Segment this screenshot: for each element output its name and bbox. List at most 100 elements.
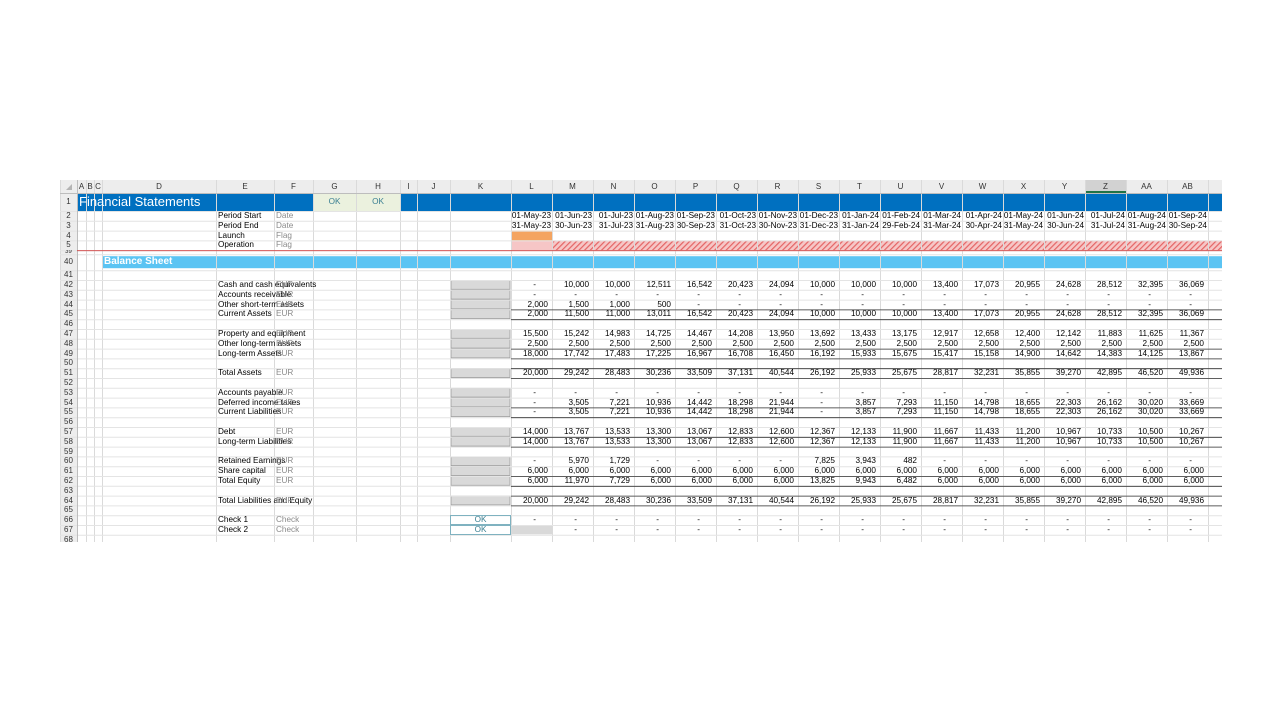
value-cell[interactable]: 10,936 [634, 398, 671, 408]
value-cell[interactable]: - [716, 456, 741, 466]
value-cell[interactable]: 18,298 [716, 407, 753, 417]
value-cell[interactable]: 46,520 [1126, 496, 1163, 506]
value-cell[interactable]: - [962, 300, 987, 310]
row-header-44[interactable]: 44 [60, 300, 77, 310]
value-cell[interactable]: 14,000 [511, 437, 548, 447]
value-cell[interactable]: 7,221 [593, 407, 631, 417]
value-cell[interactable]: 36,069 [1167, 309, 1204, 319]
value-cell[interactable]: 25,675 [880, 496, 917, 506]
value-cell[interactable]: - [593, 525, 618, 535]
value-cell[interactable]: 11,900 [880, 437, 917, 447]
column-header-m[interactable]: M [552, 180, 593, 193]
value-cell[interactable]: 11,433 [962, 427, 999, 437]
value-cell[interactable]: - [921, 525, 946, 535]
value-cell[interactable]: 42,895 [1085, 368, 1122, 378]
value-cell[interactable]: 6,000 [593, 466, 631, 476]
value-cell[interactable]: 10,000 [798, 280, 835, 290]
value-cell[interactable]: 6,000 [1085, 476, 1123, 486]
value-cell[interactable]: 12,400 [1003, 329, 1040, 339]
value-cell[interactable]: 12,511 [634, 280, 671, 290]
value-cell[interactable]: 24,094 [757, 309, 794, 319]
value-cell[interactable]: 29,242 [552, 368, 589, 378]
value-cell[interactable]: 26,162 [1085, 407, 1122, 417]
value-cell[interactable]: - [1167, 525, 1192, 535]
value-cell[interactable]: 11,667 [921, 427, 958, 437]
value-cell[interactable]: 11,970 [552, 476, 589, 486]
value-cell[interactable]: - [552, 515, 577, 525]
column-header-w[interactable]: W [962, 180, 1003, 193]
date-cell[interactable]: 31-Jul-23 [593, 221, 633, 231]
column-header-z[interactable]: Z [1085, 180, 1126, 193]
value-cell[interactable]: 28,817 [921, 496, 958, 506]
value-cell[interactable]: 49,936 [1167, 496, 1204, 506]
value-cell[interactable]: 16,450 [757, 349, 794, 359]
value-cell[interactable]: 13,825 [798, 476, 835, 486]
row-header-51[interactable]: 51 [60, 368, 77, 378]
value-cell[interactable]: - [798, 515, 823, 525]
column-header-f[interactable]: F [274, 180, 313, 193]
date-cell[interactable]: 31-Aug-23 [634, 221, 674, 231]
value-cell[interactable]: 13,175 [880, 329, 917, 339]
row-header-3[interactable]: 3 [60, 221, 77, 231]
row-header-4[interactable]: 4 [60, 231, 77, 241]
row-header-67[interactable]: 67 [60, 525, 77, 535]
value-cell[interactable]: 20,423 [716, 309, 753, 319]
value-cell[interactable]: 7,825 [798, 456, 836, 466]
value-cell[interactable]: 2,500 [593, 339, 631, 349]
date-cell[interactable]: 01-May-24 [1003, 211, 1043, 221]
value-cell[interactable]: - [798, 407, 823, 417]
column-header-r[interactable]: R [757, 180, 798, 193]
value-cell[interactable]: - [634, 290, 659, 300]
value-cell[interactable]: - [716, 388, 741, 398]
value-cell[interactable]: 13,400 [921, 280, 958, 290]
value-cell[interactable]: 6,000 [511, 466, 549, 476]
value-cell[interactable]: - [675, 456, 700, 466]
value-cell[interactable]: 6,000 [921, 476, 959, 486]
value-cell[interactable]: 15,675 [880, 349, 917, 359]
value-cell[interactable]: 2,500 [511, 339, 549, 349]
value-cell[interactable]: - [1085, 456, 1110, 466]
value-cell[interactable]: - [1167, 456, 1192, 466]
value-cell[interactable]: 32,395 [1126, 309, 1163, 319]
value-cell[interactable]: - [839, 300, 864, 310]
column-header-h[interactable]: H [356, 180, 400, 193]
value-cell[interactable]: 13,067 [675, 437, 712, 447]
value-cell[interactable]: 13,950 [757, 329, 794, 339]
value-cell[interactable]: 22,303 [1044, 398, 1081, 408]
value-cell[interactable]: - [716, 290, 741, 300]
value-cell[interactable]: 6,000 [1044, 476, 1082, 486]
value-cell[interactable]: 20,955 [1003, 309, 1040, 319]
value-cell[interactable]: 500 [634, 300, 671, 310]
value-cell[interactable]: 35,855 [1003, 368, 1040, 378]
value-cell[interactable]: 1,000 [593, 300, 631, 310]
row-header-64[interactable]: 64 [60, 496, 77, 506]
value-cell[interactable]: 11,433 [962, 437, 999, 447]
value-cell[interactable]: 6,000 [1085, 466, 1123, 476]
row-header-55[interactable]: 55 [60, 407, 77, 417]
value-cell[interactable]: 2,500 [962, 339, 1000, 349]
value-cell[interactable]: - [511, 290, 536, 300]
value-cell[interactable]: - [716, 525, 741, 535]
date-cell[interactable]: 30-Sep-23 [675, 221, 715, 231]
value-cell[interactable]: 6,000 [962, 476, 1000, 486]
value-cell[interactable]: 13,533 [593, 437, 630, 447]
value-cell[interactable]: 15,500 [511, 329, 548, 339]
value-cell[interactable]: 32,231 [962, 496, 999, 506]
value-cell[interactable]: - [1044, 290, 1069, 300]
value-cell[interactable]: 15,417 [921, 349, 958, 359]
value-cell[interactable]: 6,000 [1167, 466, 1205, 476]
value-cell[interactable]: 13,692 [798, 329, 835, 339]
date-cell[interactable]: 01-Mar-24 [921, 211, 961, 221]
value-cell[interactable]: 16,542 [675, 280, 712, 290]
value-cell[interactable]: 6,000 [757, 466, 795, 476]
value-cell[interactable]: 28,817 [921, 368, 958, 378]
value-cell[interactable]: 35,855 [1003, 496, 1040, 506]
value-cell[interactable]: - [634, 515, 659, 525]
value-cell[interactable]: - [1003, 525, 1028, 535]
column-header-l[interactable]: L [511, 180, 552, 193]
value-cell[interactable]: 28,512 [1085, 309, 1122, 319]
row-header-54[interactable]: 54 [60, 398, 77, 408]
value-cell[interactable]: - [962, 456, 987, 466]
value-cell[interactable]: - [962, 525, 987, 535]
value-cell[interactable]: 11,367 [1167, 329, 1204, 339]
